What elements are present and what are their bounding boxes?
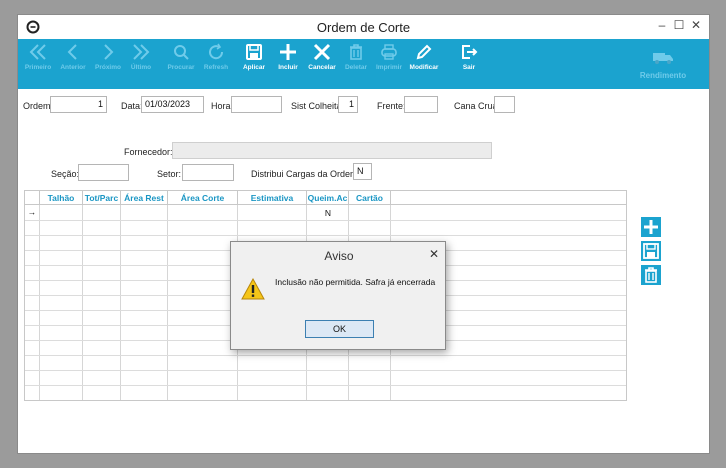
- print-label: Imprimir: [375, 64, 402, 71]
- search-label: Procurar: [167, 64, 195, 71]
- pencil-icon: [416, 44, 432, 60]
- first-button[interactable]: Primeiro: [18, 43, 58, 71]
- grid-hline: [25, 235, 626, 236]
- warning-icon: [241, 278, 265, 300]
- column-area-rest[interactable]: Área Rest: [121, 191, 168, 205]
- dialog-message: Inclusão não permitida. Safra já encerra…: [275, 277, 436, 287]
- setor-label: Setor:: [157, 169, 182, 179]
- setor-field[interactable]: [182, 164, 234, 181]
- x-icon: [313, 43, 331, 61]
- print-button[interactable]: Imprimir: [369, 43, 409, 71]
- grid-header: Talhão Tot/Parc Área Rest Área Corte Est…: [25, 191, 626, 205]
- close-button[interactable]: ✕: [689, 18, 703, 32]
- hora-label: Hora:: [211, 101, 234, 111]
- column-queim-ac[interactable]: Queim.Ac: [307, 191, 349, 205]
- last-label: Último: [130, 64, 152, 71]
- row-indicator-arrow: →: [27, 207, 37, 217]
- previous-label: Anterior: [60, 64, 86, 71]
- dialog-title: Aviso: [324, 249, 354, 263]
- printer-icon: [381, 44, 397, 60]
- hora-field[interactable]: [231, 96, 282, 113]
- refresh-icon: [209, 43, 224, 60]
- warning-dialog: Aviso ✕ Inclusão não permitida. Safra já…: [230, 241, 446, 350]
- data-label: Data:: [121, 101, 143, 111]
- plus-icon: [644, 220, 658, 234]
- fornecedor-label: Fornecedor:: [124, 147, 173, 157]
- truck-icon: [653, 53, 673, 64]
- maximize-button[interactable]: ☐: [672, 18, 686, 32]
- ordem-label: Ordem:: [23, 101, 54, 111]
- sist-colheita-field[interactable]: 1: [338, 96, 358, 113]
- save-icon: [643, 243, 659, 259]
- search-button[interactable]: Procurar: [161, 43, 201, 71]
- column-estimativa[interactable]: Estimativa: [238, 191, 307, 205]
- double-chevron-left-icon: [29, 44, 46, 60]
- dialog-close-button[interactable]: ✕: [429, 247, 439, 261]
- refresh-button[interactable]: Refresh: [196, 43, 236, 71]
- secao-label: Seção:: [51, 169, 80, 179]
- column-cartao[interactable]: Cartão: [349, 191, 391, 205]
- column-area-corte[interactable]: Área Corte: [168, 191, 238, 205]
- toolbar: Primeiro Anterior Próximo Último Procura…: [18, 39, 709, 89]
- column-tot-parc[interactable]: Tot/Parc: [83, 191, 121, 205]
- rendimento-logo: Rendimento: [633, 51, 693, 80]
- delete-row-button[interactable]: [641, 265, 661, 285]
- exit-button[interactable]: Sair: [449, 43, 489, 71]
- distribui-cargas-label: Distribui Cargas da Ordem:: [251, 169, 361, 179]
- save-icon: [246, 44, 262, 60]
- secao-field[interactable]: [78, 164, 129, 181]
- title-bar: Ordem de Corte – ☐ ✕: [18, 15, 709, 39]
- grid-hline: [25, 355, 626, 356]
- window-title: Ordem de Corte: [316, 20, 411, 35]
- grid-hline: [25, 385, 626, 386]
- exit-label: Sair: [462, 64, 476, 71]
- modify-button[interactable]: Modificar: [404, 43, 444, 71]
- first-label: Primeiro: [24, 64, 52, 71]
- data-field[interactable]: 01/03/2023: [141, 96, 204, 113]
- frente-field[interactable]: [404, 96, 438, 113]
- cana-crua-field[interactable]: [494, 96, 515, 113]
- trash-icon: [645, 267, 657, 283]
- plus-icon: [280, 44, 296, 60]
- ok-button[interactable]: OK: [305, 320, 374, 338]
- frente-label: Frente:: [377, 101, 406, 111]
- main-window: Ordem de Corte – ☐ ✕ Primeiro Anterior P…: [17, 14, 710, 454]
- save-row-button[interactable]: [641, 241, 661, 261]
- modify-label: Modificar: [409, 64, 439, 71]
- search-icon: [174, 45, 189, 60]
- distribui-cargas-field[interactable]: N: [353, 163, 372, 180]
- refresh-label: Refresh: [203, 64, 229, 71]
- fornecedor-field[interactable]: [172, 142, 492, 159]
- previous-button[interactable]: Anterior: [53, 43, 93, 71]
- minimize-button[interactable]: –: [655, 18, 669, 32]
- exit-icon: [462, 45, 478, 59]
- chevron-left-icon: [67, 44, 77, 60]
- table-cell-queim-ac[interactable]: N: [307, 208, 349, 218]
- column-talhao[interactable]: Talhão: [40, 191, 83, 205]
- grid-indicator-header: [25, 191, 40, 205]
- ordem-field[interactable]: 1: [50, 96, 107, 113]
- last-button[interactable]: Último: [121, 43, 161, 71]
- chevron-right-icon: [104, 44, 114, 60]
- sist-colheita-label: Sist Colheita:: [291, 101, 345, 111]
- grid-hline: [25, 370, 626, 371]
- grid-hline: [25, 220, 626, 221]
- trash-icon: [350, 44, 362, 60]
- brand-label: Rendimento: [639, 71, 687, 80]
- double-chevron-right-icon: [133, 44, 150, 60]
- add-row-button[interactable]: [641, 217, 661, 237]
